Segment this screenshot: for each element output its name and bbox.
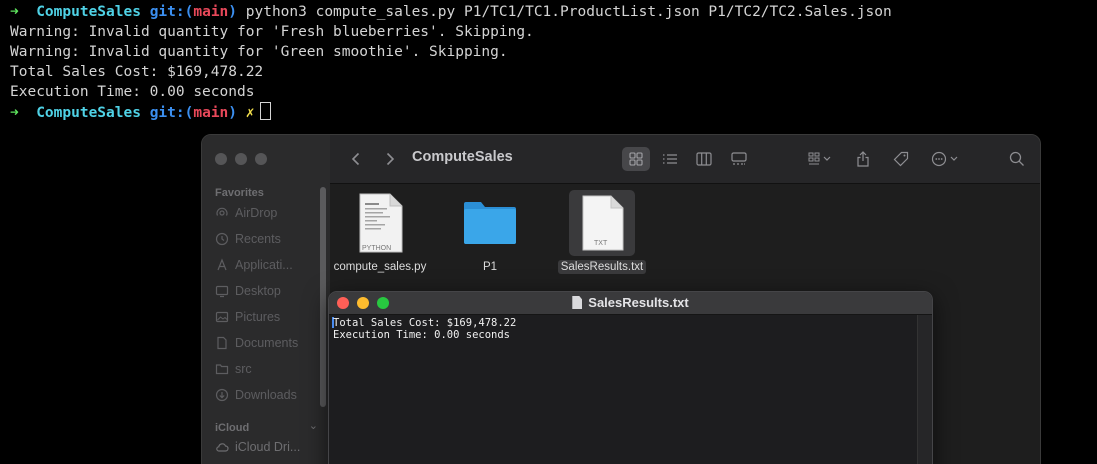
sidebar-item-label: Pictures bbox=[235, 310, 281, 324]
sidebar-item-label: Recents bbox=[235, 232, 281, 246]
prompt-arrow: ➜ bbox=[10, 4, 19, 20]
file-name: compute_sales.py bbox=[333, 261, 427, 273]
sidebar-item-pictures[interactable]: Pictures bbox=[215, 307, 280, 327]
sidebar-item-documents[interactable]: Documents bbox=[215, 333, 298, 353]
python-file-badge: PYTHON bbox=[362, 245, 392, 252]
sidebar-item-downloads[interactable]: Downloads bbox=[215, 385, 297, 405]
icon-view-button[interactable] bbox=[622, 147, 650, 171]
terminal-output-line: Total Sales Cost: $169,478.22 bbox=[10, 64, 264, 80]
textedit-title: SalesResults.txt bbox=[329, 295, 932, 310]
sidebar-item-desktop[interactable]: Desktop bbox=[215, 281, 281, 301]
pictures-icon bbox=[215, 310, 229, 324]
download-icon bbox=[215, 388, 229, 402]
more-actions-button[interactable] bbox=[928, 147, 964, 171]
finder-window-title: ComputeSales bbox=[412, 149, 513, 165]
prompt-directory: ComputeSales bbox=[36, 4, 141, 20]
sidebar-item-src[interactable]: src bbox=[215, 359, 252, 379]
textedit-window[interactable]: SalesResults.txt Total Sales Cost: $169,… bbox=[328, 291, 933, 464]
gallery-view-button[interactable] bbox=[725, 147, 753, 171]
terminal-output-line: Warning: Invalid quantity for 'Green smo… bbox=[10, 44, 508, 60]
sidebar-section-icloud: iCloud bbox=[215, 422, 250, 434]
airdrop-icon bbox=[215, 206, 229, 220]
prompt-dirty-mark: ✗ bbox=[245, 105, 255, 121]
forward-button[interactable] bbox=[382, 147, 398, 171]
prompt-branch: main bbox=[193, 105, 229, 121]
columns-icon bbox=[696, 152, 712, 166]
back-button[interactable] bbox=[348, 147, 364, 171]
search-icon bbox=[1009, 151, 1024, 166]
sidebar-item-recents[interactable]: Recents bbox=[215, 229, 281, 249]
group-button[interactable] bbox=[804, 147, 836, 171]
share-icon bbox=[857, 151, 869, 167]
sidebar-section-favorites: Favorites bbox=[215, 187, 264, 199]
terminal-output-line: Warning: Invalid quantity for 'Fresh blu… bbox=[10, 24, 534, 40]
minimize-button[interactable] bbox=[235, 153, 247, 165]
file-item-text[interactable]: SalesResults.txt bbox=[552, 190, 652, 274]
document-icon bbox=[215, 336, 229, 350]
sidebar-item-applications[interactable]: Applicati... bbox=[215, 255, 293, 275]
sidebar-item-label: Documents bbox=[235, 336, 299, 350]
prompt-git-close: ) bbox=[228, 105, 238, 121]
list-view-button[interactable] bbox=[656, 147, 684, 171]
textedit-title-text: SalesResults.txt bbox=[588, 295, 689, 310]
terminal-command: python3 compute_sales.py P1/TC1/TC1.Prod… bbox=[245, 4, 892, 20]
prompt-directory: ComputeSales bbox=[36, 105, 141, 121]
prompt-git-label: git:( bbox=[149, 4, 194, 20]
tag-icon bbox=[893, 151, 909, 167]
terminal-cursor bbox=[260, 102, 272, 120]
terminal-command-line: ➜ ComputeSales git:(main) python3 comput… bbox=[0, 2, 1097, 22]
file-item-folder[interactable]: P1 bbox=[440, 190, 540, 274]
sidebar-item-label: Desktop bbox=[235, 284, 281, 298]
close-button[interactable] bbox=[215, 153, 227, 165]
grid-icon bbox=[629, 152, 643, 166]
text-file-badge: TXT bbox=[594, 240, 608, 247]
document-line: Total Sales Cost: $169,478.22 bbox=[333, 317, 517, 329]
desktop-icon bbox=[215, 284, 229, 298]
document-line: Execution Time: 0.00 seconds bbox=[333, 329, 511, 341]
prompt-arrow: ➜ bbox=[10, 105, 19, 121]
textedit-document-body[interactable]: Total Sales Cost: $169,478.22 Execution … bbox=[329, 315, 918, 464]
folder-icon bbox=[215, 362, 229, 376]
zoom-button[interactable] bbox=[255, 153, 267, 165]
applications-icon bbox=[215, 258, 229, 272]
document-icon bbox=[572, 296, 583, 309]
sidebar-item-label: Applicati... bbox=[235, 258, 293, 272]
prompt-git-label: git:( bbox=[149, 105, 194, 121]
column-view-button[interactable] bbox=[690, 147, 718, 171]
chevron-left-icon bbox=[351, 152, 360, 166]
textedit-titlebar[interactable]: SalesResults.txt bbox=[329, 292, 932, 315]
cloud-icon bbox=[215, 440, 229, 454]
file-name: SalesResults.txt bbox=[557, 260, 647, 274]
sidebar-item-label: iCloud Dri... bbox=[235, 440, 301, 454]
prompt-branch: main bbox=[193, 4, 229, 20]
gallery-icon bbox=[731, 152, 747, 165]
terminal-prompt-line[interactable]: ➜ ComputeSales git:(main) ✗ bbox=[0, 102, 1097, 122]
ellipsis-circle-icon bbox=[931, 151, 958, 167]
list-icon bbox=[663, 154, 677, 164]
sidebar-item-label: src bbox=[235, 362, 252, 376]
file-name: P1 bbox=[482, 261, 498, 273]
group-grid-icon bbox=[808, 152, 831, 165]
sidebar-scrollbar[interactable] bbox=[320, 187, 326, 407]
tag-button[interactable] bbox=[890, 147, 912, 171]
terminal-output-line: Execution Time: 0.00 seconds bbox=[10, 84, 255, 100]
share-button[interactable] bbox=[852, 147, 874, 171]
chevron-down-icon[interactable]: ⌄ bbox=[309, 419, 318, 432]
finder-window-controls bbox=[215, 153, 267, 165]
chevron-right-icon bbox=[386, 152, 395, 166]
sidebar-item-label: AirDrop bbox=[235, 206, 278, 220]
finder-sidebar: Favorites AirDrop Recents Applicati... D… bbox=[202, 135, 330, 464]
file-item-python[interactable]: compute_sales.py bbox=[330, 190, 430, 274]
search-button[interactable] bbox=[1006, 147, 1028, 171]
clock-icon bbox=[215, 232, 229, 246]
folder-icon bbox=[457, 190, 523, 256]
sidebar-item-icloud-drive[interactable]: iCloud Dri... bbox=[215, 437, 300, 457]
sidebar-item-label: Downloads bbox=[235, 388, 297, 402]
prompt-git-close: ) bbox=[228, 4, 238, 20]
finder-toolbar: ComputeSales bbox=[330, 135, 1040, 184]
textedit-scrollbar[interactable] bbox=[917, 315, 932, 464]
sidebar-item-airdrop[interactable]: AirDrop bbox=[215, 203, 277, 223]
